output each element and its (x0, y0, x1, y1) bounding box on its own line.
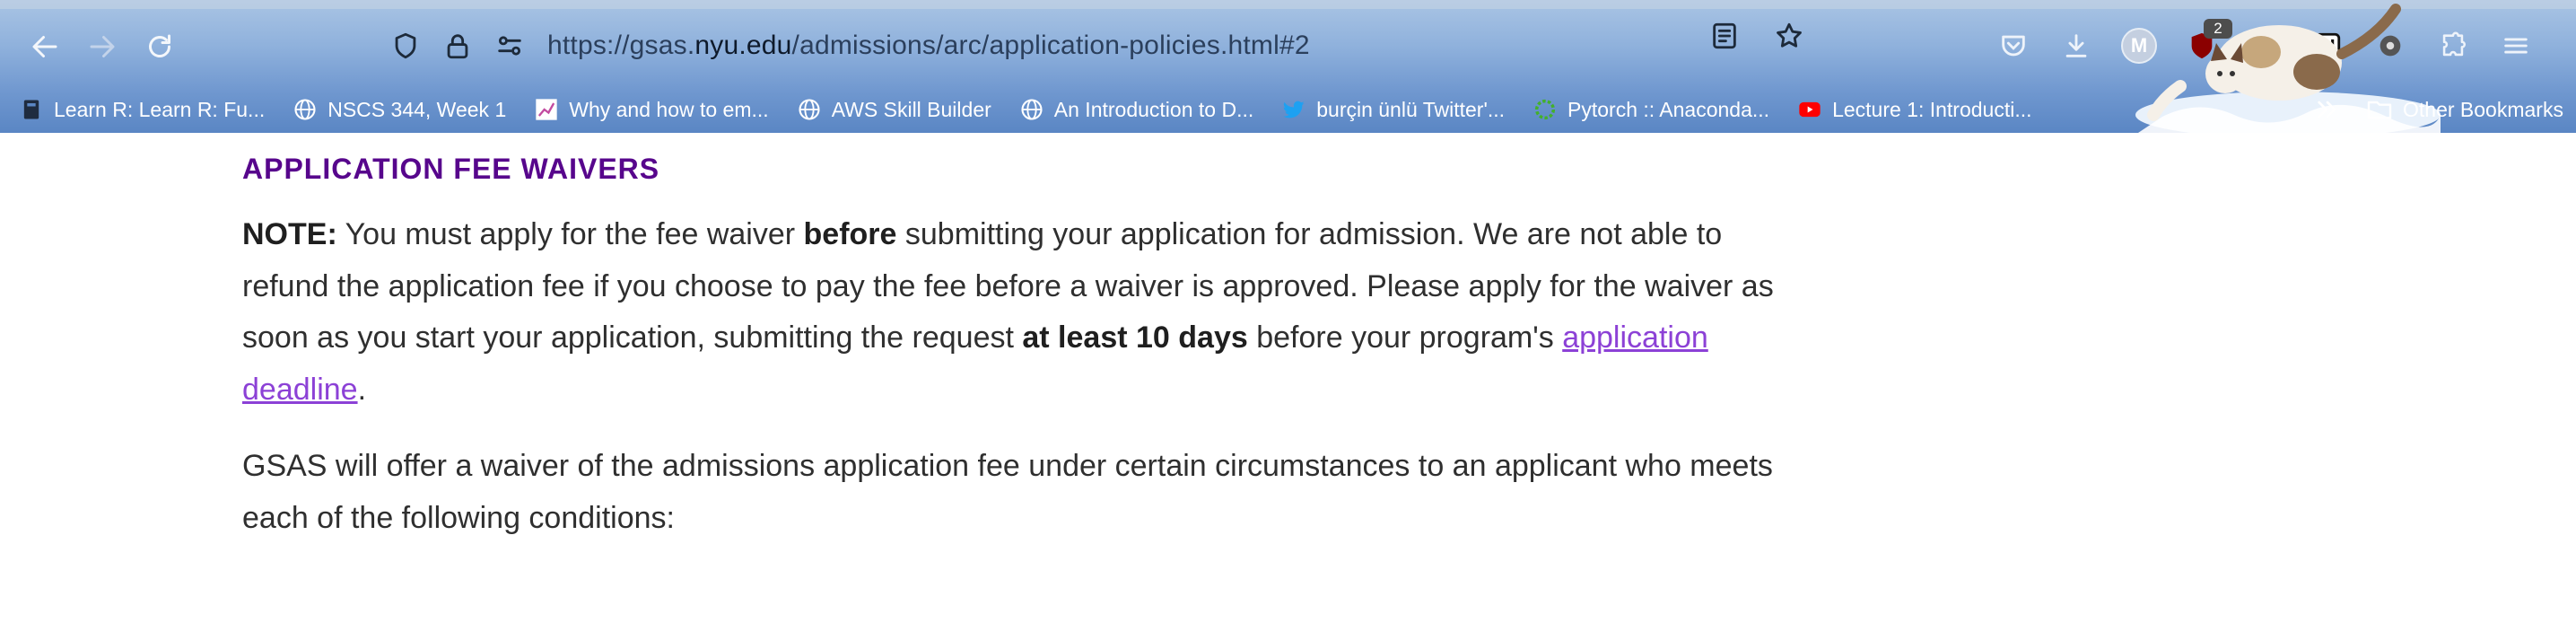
globe-icon (292, 96, 319, 123)
menu-button[interactable] (2494, 24, 2537, 67)
bookmark-label: Pytorch :: Anaconda... (1567, 97, 1770, 121)
other-bookmarks-label: Other Bookmarks (2403, 97, 2563, 121)
double-chevron-icon (2318, 101, 2336, 118)
url-bar-actions (1705, 16, 1834, 56)
note-text-4: . (357, 372, 367, 407)
bookmarks-bar: Learn R: Learn R: Fu... NSCS 344, Week 1… (0, 86, 2576, 133)
bookmark-label: Learn R: Learn R: Fu... (54, 97, 266, 121)
bookmark-label: Lecture 1: Introducti... (1832, 97, 2032, 121)
bookmarks-overflow-button[interactable] (2308, 90, 2347, 129)
url-path: /admissions/arc/application-policies.htm… (791, 31, 1310, 60)
bookmark-item[interactable]: Why and how to em... (533, 96, 769, 123)
note-emphasis-before: before (803, 217, 897, 251)
bookmark-item[interactable]: An Introduction to D... (1018, 96, 1253, 123)
bookmark-item[interactable]: AWS Skill Builder (796, 96, 991, 123)
browser-chrome: https://gsas.nyu.edu/admissions/arc/appl… (0, 0, 2576, 133)
pocket-button[interactable] (1992, 24, 2035, 67)
back-button[interactable] (20, 22, 70, 72)
book-icon (18, 96, 45, 123)
url-bar[interactable]: https://gsas.nyu.edu/admissions/arc/appl… (386, 16, 1839, 75)
twitter-icon (1280, 96, 1307, 123)
arrow-right-icon (90, 36, 115, 57)
url-prefix: https://gsas. (547, 31, 695, 60)
url-text[interactable]: https://gsas.nyu.edu/admissions/arc/appl… (547, 31, 1310, 61)
bookmark-label: burçin ünlü Twitter'... (1316, 97, 1506, 121)
article: APPLICATION FEE WAIVERS NOTE: You must a… (242, 153, 1786, 569)
lock-icon[interactable] (438, 26, 477, 66)
reader-view-icon (1713, 22, 1736, 49)
downloads-button[interactable] (2055, 24, 2098, 67)
bookmark-item[interactable]: NSCS 344, Week 1 (292, 96, 506, 123)
chart-icon (533, 96, 560, 123)
bookmark-label: NSCS 344, Week 1 (327, 97, 507, 121)
star-icon (1777, 22, 1802, 48)
navigation-controls (20, 14, 192, 79)
forward-button[interactable] (77, 22, 127, 72)
globe-icon (1018, 96, 1045, 123)
globe-icon (796, 96, 823, 123)
folder-icon (2367, 101, 2392, 119)
arrow-left-icon (32, 36, 57, 57)
bookmark-item[interactable]: burçin ünlü Twitter'... (1280, 96, 1505, 123)
bookmark-item[interactable]: Learn R: Learn R: Fu... (18, 96, 265, 123)
reader-view-button[interactable] (1705, 16, 1744, 56)
reload-icon (149, 34, 170, 57)
bookmark-item[interactable]: Lecture 1: Introducti... (1796, 96, 2032, 123)
reload-button[interactable] (135, 22, 185, 72)
hamburger-icon (2504, 38, 2528, 54)
youtube-icon (1796, 96, 1823, 123)
shield-icon[interactable] (386, 26, 425, 66)
anaconda-icon (1532, 96, 1559, 123)
other-bookmarks-button[interactable]: Other Bookmarks (2365, 90, 2563, 129)
bookmark-label: An Introduction to D... (1053, 97, 1254, 121)
note-text-1: You must apply for the fee waiver (336, 217, 804, 251)
bookmark-label: AWS Skill Builder (831, 97, 991, 121)
fee-waiver-note: NOTE: You must apply for the fee waiver … (242, 209, 1786, 416)
note-text-3: before your program's (1247, 320, 1563, 355)
pocket-icon (2002, 35, 2025, 57)
url-host: nyu.edu (694, 31, 792, 60)
bookmark-item[interactable]: Pytorch :: Anaconda... (1532, 96, 1769, 123)
page-content: APPLICATION FEE WAIVERS NOTE: You must a… (0, 133, 2576, 623)
section-heading: APPLICATION FEE WAIVERS (242, 153, 660, 185)
bookmark-star-button[interactable] (1769, 16, 1809, 56)
permissions-icon[interactable] (490, 26, 529, 66)
bookmark-label: Why and how to em... (569, 97, 769, 121)
download-icon (2065, 34, 2087, 57)
note-label: NOTE: (242, 217, 337, 251)
note-emphasis-days: at least 10 days (1022, 320, 1248, 355)
waiver-conditions-intro: GSAS will offer a waiver of the admissio… (242, 449, 1773, 535)
